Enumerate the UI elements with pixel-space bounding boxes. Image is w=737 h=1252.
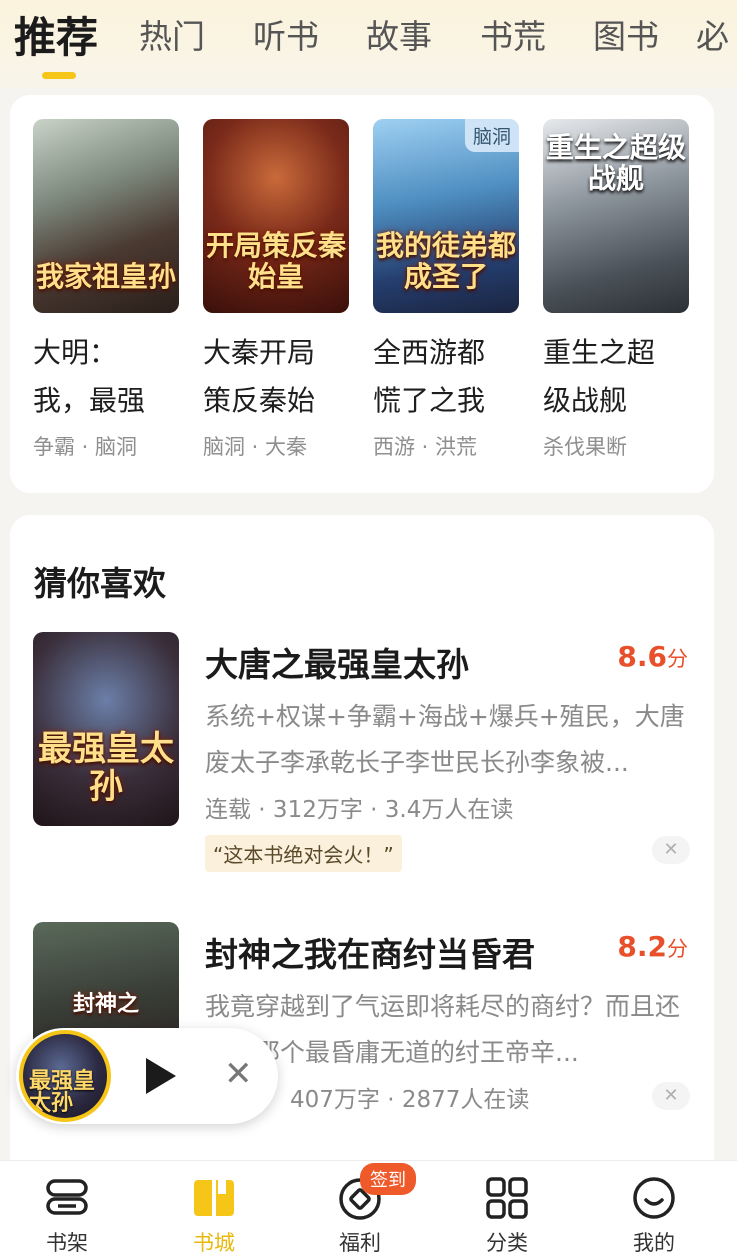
play-icon[interactable] <box>146 1058 176 1094</box>
book-title[interactable]: 大唐之最强皇太孙 <box>205 638 469 686</box>
nav-label: 我的 <box>633 1231 675 1252</box>
tab-book-shortage[interactable]: 书荒 <box>480 10 546 58</box>
grid-icon <box>484 1175 530 1221</box>
cover-title: 开局策反秦始皇 <box>205 229 346 294</box>
bookshelf-icon <box>44 1175 90 1221</box>
dismiss-button[interactable]: ✕ <box>652 1082 690 1110</box>
close-icon[interactable]: ✕ <box>224 1054 253 1094</box>
recommend-book[interactable]: 脑洞 我的徒弟都成圣了 全西游都 慌了之我 西游 · 洪荒 <box>373 119 519 461</box>
book-title[interactable]: 大秦开局 策反秦始 <box>203 329 349 425</box>
score-value: 8.6 <box>617 640 667 673</box>
nav-bookstore[interactable]: 书城 <box>164 1175 264 1252</box>
nav-label: 书架 <box>46 1231 88 1252</box>
book-open-icon <box>191 1175 237 1221</box>
nav-categories[interactable]: 分类 <box>457 1175 557 1252</box>
tab-must-read[interactable]: 必 <box>696 10 737 58</box>
tab-books[interactable]: 图书 <box>593 10 659 58</box>
book-cover[interactable]: 开局策反秦始皇 <box>203 119 349 313</box>
book-stats: 407万字 · 2877人在读 <box>290 1087 530 1113</box>
active-tab-indicator <box>42 72 76 79</box>
disc-cover-text: 最强皇太孙 <box>29 1068 96 1116</box>
nav-label: 福利 <box>339 1231 381 1252</box>
mini-audio-player[interactable]: 最强皇太孙 ✕ <box>16 1028 278 1124</box>
score-value: 8.2 <box>617 930 667 963</box>
book-score: 8.2分 <box>617 930 688 963</box>
cover-title: 封神之 <box>72 991 139 1017</box>
cover-title: 我家祖皇孙 <box>35 260 176 294</box>
nav-bookshelf[interactable]: 书架 <box>17 1175 117 1252</box>
dismiss-button[interactable]: ✕ <box>652 836 690 864</box>
genre-tag: 脑洞 <box>464 119 519 152</box>
nav-label: 分类 <box>486 1231 528 1252</box>
book-title[interactable]: 重生之超 级战舰 <box>543 329 689 425</box>
book-tags: 争霸 · 脑洞 <box>33 435 138 459</box>
tab-audiobook[interactable]: 听书 <box>253 10 319 58</box>
player-cover-disc[interactable]: 最强皇太孙 <box>19 1030 111 1122</box>
section-title: 猜你喜欢 <box>34 564 166 603</box>
nav-profile[interactable]: 我的 <box>604 1175 704 1252</box>
close-icon: ✕ <box>663 839 679 860</box>
book-tags: 脑洞 · 大秦 <box>203 435 308 459</box>
recommend-book[interactable]: 重生之超级战舰 重生之超 级战舰 杀伐果断 <box>543 119 689 461</box>
book-tags: 西游 · 洪荒 <box>373 435 478 459</box>
tab-stories[interactable]: 故事 <box>366 10 432 58</box>
top-tab-bar: 推荐 热门 听书 故事 书荒 图书 必 <box>0 0 737 88</box>
book-quote-tag: “这本书绝对会火！” <box>205 835 402 872</box>
book-title[interactable]: 封神之我在商纣当昏君 <box>205 928 535 976</box>
book-stats: 连载 · 312万字 · 3.4万人在读 <box>205 797 514 823</box>
cover-title: 我的徒弟都成圣了 <box>375 229 516 294</box>
book-cover[interactable]: 脑洞 我的徒弟都成圣了 <box>373 119 519 313</box>
score-unit: 分 <box>667 937 688 961</box>
tab-hot[interactable]: 热门 <box>139 10 205 58</box>
cover-title: 重生之超级战舰 <box>545 131 686 195</box>
book-description: 系统+权谋+争霸+海战+爆兵+殖民，大唐废太子李承乾长子李世民长孙李象被... <box>205 702 685 777</box>
cover-title: 最强皇太孙 <box>38 729 174 807</box>
book-score: 8.6分 <box>617 640 688 673</box>
list-item[interactable]: 最强皇太孙 大唐之最强皇太孙 8.6分 系统+权谋+争霸+海战+爆兵+殖民，大唐… <box>10 632 714 902</box>
tab-recommend[interactable]: 推荐 <box>14 4 98 65</box>
recommend-book[interactable]: 开局策反秦始皇 大秦开局 策反秦始 脑洞 · 大秦 <box>203 119 349 461</box>
close-icon: ✕ <box>663 1085 679 1106</box>
book-cover[interactable]: 我家祖皇孙 <box>33 119 179 313</box>
book-description: 我竟穿越到了气运即将耗尽的商纣？而且还就是那个最昏庸无道的纣王帝辛... <box>205 992 681 1067</box>
book-tags: 杀伐果断 <box>543 435 627 459</box>
check-in-badge[interactable]: 签到 <box>360 1163 416 1195</box>
book-cover[interactable]: 最强皇太孙 <box>33 632 179 826</box>
recommend-book[interactable]: 我家祖皇孙 大明： 我，最强 争霸 · 脑洞 <box>33 119 179 461</box>
recommend-card: 我家祖皇孙 大明： 我，最强 争霸 · 脑洞 开局策反秦始皇 大秦开局 策反秦始… <box>10 95 714 493</box>
score-unit: 分 <box>667 647 688 671</box>
smile-icon <box>631 1175 677 1221</box>
book-title[interactable]: 全西游都 慌了之我 <box>373 329 519 425</box>
nav-label: 书城 <box>193 1231 235 1252</box>
book-cover[interactable]: 重生之超级战舰 <box>543 119 689 313</box>
book-title[interactable]: 大明： 我，最强 <box>33 329 179 425</box>
